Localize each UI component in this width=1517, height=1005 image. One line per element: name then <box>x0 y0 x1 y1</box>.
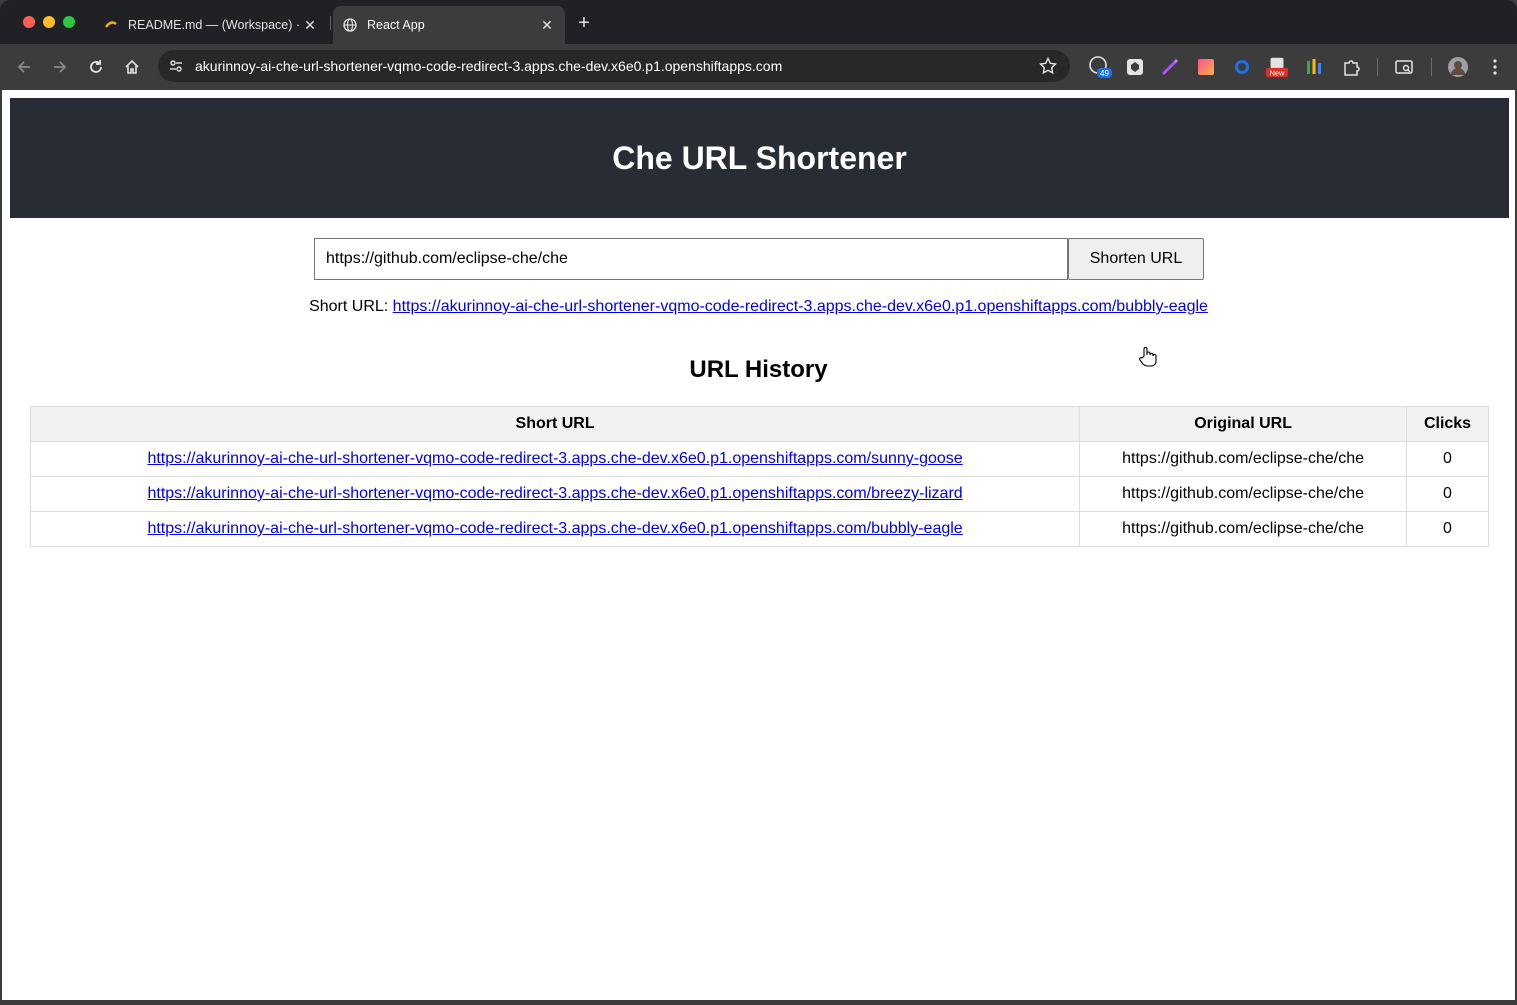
bookmark-star-icon[interactable] <box>1038 56 1058 76</box>
short-url-cell: https://akurinnoy-ai-che-url-shortener-v… <box>29 441 1081 477</box>
clicks-cell: 0 <box>1406 511 1489 547</box>
original-url-cell: https://github.com/eclipse-che/che <box>1079 441 1408 477</box>
tab-close-icon[interactable]: ✕ <box>302 17 318 33</box>
toolbar-separator <box>1431 58 1432 76</box>
maximize-window-button[interactable] <box>63 16 75 28</box>
short-url-cell: https://akurinnoy-ai-che-url-shortener-v… <box>29 511 1081 547</box>
tab-readme[interactable]: README.md — (Workspace) · ✕ <box>94 6 328 44</box>
table-row: https://akurinnoy-ai-che-url-shortener-v… <box>29 441 1489 477</box>
tab-search-icon[interactable] <box>1392 55 1416 79</box>
new-tab-button[interactable]: + <box>573 12 595 34</box>
browser-toolbar: akurinnoy-ai-che-url-shortener-vqmo-code… <box>0 44 1517 90</box>
site-settings-icon[interactable] <box>166 56 186 76</box>
table-row: https://akurinnoy-ai-che-url-shortener-v… <box>29 511 1489 547</box>
bars-extension-icon[interactable] <box>1302 55 1326 79</box>
reload-icon[interactable] <box>82 53 110 81</box>
new-extension-icon[interactable]: New <box>1265 55 1289 79</box>
column-header-original-url: Original URL <box>1079 406 1408 442</box>
address-bar[interactable]: akurinnoy-ai-che-url-shortener-vqmo-code… <box>158 50 1070 82</box>
avatar[interactable] <box>1446 55 1470 79</box>
close-window-button[interactable] <box>23 16 35 28</box>
short-url-result: Short URL: https://akurinnoy-ai-che-url-… <box>2 298 1515 316</box>
short-url-link[interactable]: https://akurinnoy-ai-che-url-shortener-v… <box>147 450 962 467</box>
short-url-link[interactable]: https://akurinnoy-ai-che-url-shortener-v… <box>147 520 962 537</box>
globe-icon <box>343 18 357 32</box>
more-menu-icon[interactable] <box>1483 55 1507 79</box>
table-header-row: Short URL Original URL Clicks <box>29 406 1489 442</box>
column-header-clicks: Clicks <box>1406 406 1489 442</box>
extension-count-badge: 49 <box>1100 69 1109 78</box>
short-url-link[interactable]: https://akurinnoy-ai-che-url-shortener-v… <box>147 485 962 502</box>
hand-cursor-icon <box>1139 347 1157 367</box>
shorten-url-button[interactable]: Shorten URL <box>1068 238 1204 280</box>
tab-strip: README.md — (Workspace) · ✕ React App ✕ … <box>0 0 1517 44</box>
home-icon[interactable] <box>118 53 146 81</box>
tab-close-icon[interactable]: ✕ <box>539 17 555 33</box>
shield-extension-icon[interactable] <box>1123 55 1147 79</box>
minimize-window-button[interactable] <box>43 16 55 28</box>
forward-icon[interactable] <box>46 53 74 81</box>
puzzle-extensions-icon[interactable] <box>1339 55 1363 79</box>
app-header: Che URL Shortener <box>10 98 1509 218</box>
clicks-cell: 0 <box>1406 476 1489 512</box>
page-content: Che URL Shortener Shorten URL Short URL:… <box>2 90 1515 1000</box>
table-row: https://akurinnoy-ai-che-url-shortener-v… <box>29 476 1489 512</box>
toolbar-separator <box>1377 58 1378 76</box>
back-icon[interactable] <box>10 53 38 81</box>
column-header-short-url: Short URL <box>29 406 1081 442</box>
tab-separator <box>330 16 331 30</box>
circle-extension-icon[interactable] <box>1230 55 1254 79</box>
tab-react-app[interactable]: React App ✕ <box>333 6 565 44</box>
tab-title: README.md — (Workspace) · <box>128 18 301 32</box>
gradient-extension-icon[interactable] <box>1194 55 1218 79</box>
browser-window: README.md — (Workspace) · ✕ React App ✕ … <box>0 0 1517 1005</box>
short-url-label: Short URL: <box>309 298 389 315</box>
page-title: Che URL Shortener <box>612 139 907 176</box>
history-table: Short URL Original URL Clicks https://ak… <box>29 406 1489 547</box>
original-url-cell: https://github.com/eclipse-che/che <box>1079 476 1408 512</box>
address-text: akurinnoy-ai-che-url-shortener-vqmo-code… <box>195 58 783 74</box>
original-url-cell: https://github.com/eclipse-che/che <box>1079 511 1408 547</box>
clicks-cell: 0 <box>1406 441 1489 477</box>
shorten-form: Shorten URL <box>314 238 1204 280</box>
short-url-cell: https://akurinnoy-ai-che-url-shortener-v… <box>29 476 1081 512</box>
workspace-favicon-icon <box>104 18 118 32</box>
history-title: URL History <box>689 356 828 383</box>
extension-count-icon[interactable]: 49 <box>1088 55 1112 79</box>
tab-title: React App <box>367 18 425 32</box>
pen-extension-icon[interactable] <box>1158 55 1182 79</box>
url-input[interactable] <box>314 238 1068 280</box>
new-badge: New <box>1270 68 1285 77</box>
short-url-link[interactable]: https://akurinnoy-ai-che-url-shortener-v… <box>393 298 1208 315</box>
